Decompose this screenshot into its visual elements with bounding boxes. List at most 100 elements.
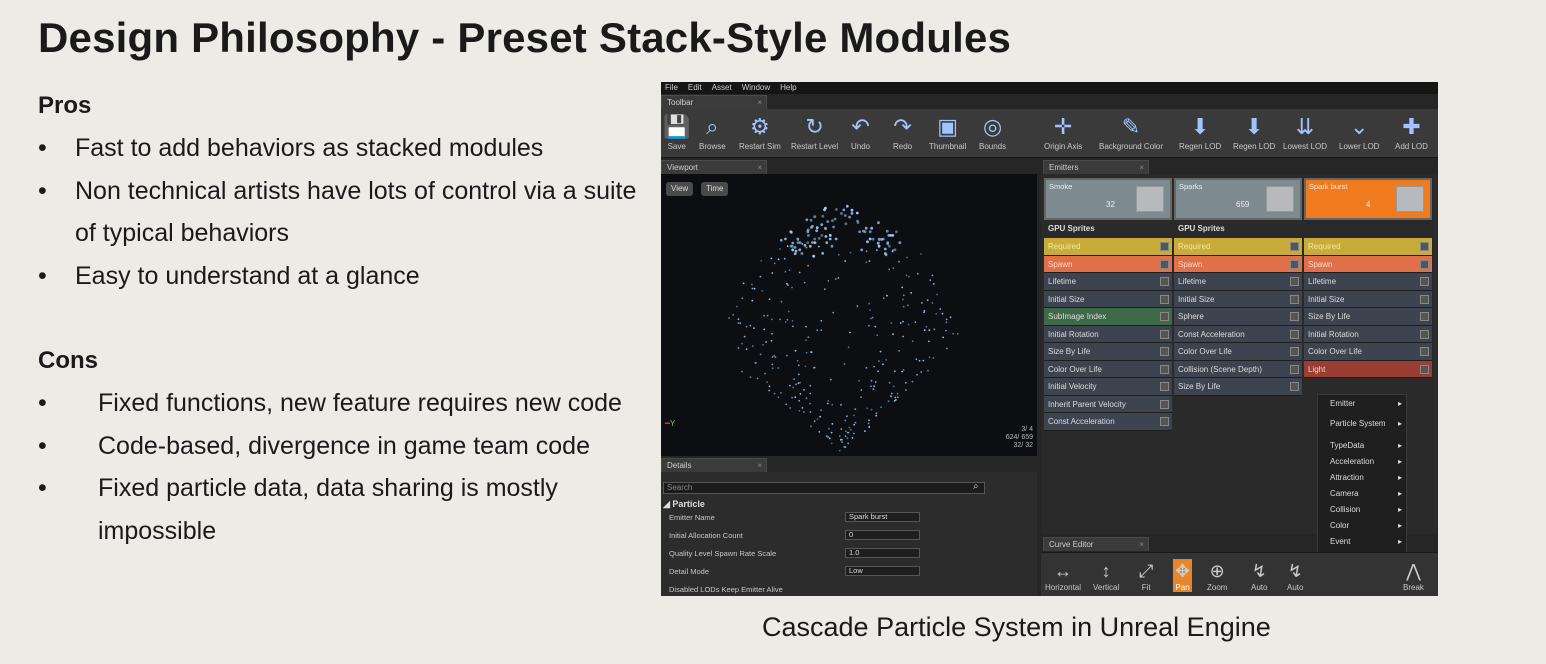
toolbar-button-redo[interactable]: ↷ Redo [893, 112, 912, 151]
details-row-value[interactable]: Low [845, 566, 920, 576]
module-row[interactable]: Lifetime [1174, 273, 1302, 291]
module-enable-checkbox[interactable] [1290, 329, 1299, 339]
menu-file[interactable]: File [665, 82, 678, 94]
module-row[interactable]: Size By Life [1044, 343, 1172, 361]
curve-editor-button-pan[interactable]: ✥ Pan [1173, 559, 1193, 592]
module-row[interactable]: Initial Rotation [1044, 325, 1172, 343]
context-menu-item[interactable]: Acceleration ▸ [1330, 457, 1406, 466]
menu-asset[interactable]: Asset [712, 82, 732, 94]
emitters-tab[interactable]: Emitters × [1043, 160, 1149, 174]
module-enable-checkbox[interactable] [1160, 312, 1169, 321]
toolbar-button-add-lod[interactable]: ✚ Add LOD [1395, 112, 1428, 151]
context-menu-item[interactable]: Color ▸ [1330, 521, 1406, 530]
module-enable-checkbox[interactable] [1290, 382, 1299, 391]
details-row-value[interactable]: 1.0 [845, 548, 920, 558]
module-enable-checkbox[interactable] [1160, 347, 1169, 356]
module-enable-checkbox[interactable] [1160, 382, 1169, 391]
toolbar-tab[interactable]: Toolbar × [661, 95, 767, 109]
module-row[interactable]: Initial Velocity [1044, 378, 1172, 396]
close-icon[interactable]: × [757, 459, 762, 472]
toolbar-button-background-color[interactable]: ✎ Background Color [1099, 112, 1163, 151]
curve-editor-button-zoom[interactable]: ⊕ Zoom [1207, 559, 1227, 592]
toolbar-button-restart-sim[interactable]: ⚙ Restart Sim [739, 112, 781, 151]
module-row[interactable]: Color Over Life [1044, 360, 1172, 378]
module-enable-checkbox[interactable] [1420, 277, 1429, 286]
module-enable-checkbox[interactable] [1160, 417, 1169, 426]
toolbar-button-origin-axis[interactable]: ✛ Origin Axis [1044, 112, 1082, 151]
module-row[interactable]: Initial Rotation [1304, 325, 1432, 343]
module-row[interactable]: Lifetime [1304, 273, 1432, 291]
close-icon[interactable]: × [757, 96, 762, 109]
menu-help[interactable]: Help [780, 82, 796, 94]
viewport-tab[interactable]: Viewport × [661, 160, 767, 174]
details-tab[interactable]: Details × [661, 458, 767, 472]
module-enable-checkbox[interactable] [1420, 364, 1429, 374]
module-row[interactable]: Size By Life [1174, 378, 1302, 396]
module-enable-checkbox[interactable] [1420, 242, 1429, 251]
module-row[interactable]: Required [1174, 238, 1302, 256]
module-enable-checkbox[interactable] [1290, 294, 1299, 304]
context-menu-item[interactable]: Particle System ▸ [1330, 419, 1406, 428]
toolbar-button-lowest-lod[interactable]: ⇊ Lowest LOD [1283, 112, 1327, 151]
context-menu-item[interactable]: Attraction ▸ [1330, 473, 1406, 482]
details-category[interactable]: ◢ Particle [663, 499, 705, 510]
context-menu-item[interactable]: Collision ▸ [1330, 505, 1406, 514]
curve-editor-button-auto[interactable]: ↯ Auto [1287, 559, 1303, 592]
module-row[interactable]: Sphere [1174, 308, 1302, 326]
module-row[interactable]: Initial Size [1044, 290, 1172, 308]
menu-edit[interactable]: Edit [688, 82, 702, 94]
module-enable-checkbox[interactable] [1290, 277, 1299, 286]
context-menu-item[interactable]: Event ▸ [1330, 537, 1406, 546]
emitter-header[interactable]: Sparks 659 [1174, 178, 1302, 220]
module-enable-checkbox[interactable] [1290, 312, 1299, 321]
toolbar-button-restart-level[interactable]: ↻ Restart Level [791, 112, 838, 151]
module-row[interactable]: Initial Size [1304, 290, 1432, 308]
curve-editor-button-vertical[interactable]: ↕ Vertical [1093, 559, 1119, 592]
search-icon[interactable]: ⌕ [973, 481, 979, 492]
module-enable-checkbox[interactable] [1420, 312, 1429, 321]
context-menu-item[interactable]: Emitter ▸ [1330, 399, 1406, 408]
module-row[interactable]: Color Over Life [1304, 343, 1432, 361]
toolbar-button-save[interactable]: 💾 Save [663, 112, 690, 151]
module-enable-checkbox[interactable] [1160, 294, 1169, 304]
details-row-value[interactable]: 0 [845, 530, 920, 540]
module-enable-checkbox[interactable] [1160, 277, 1169, 286]
curve-editor-button-horizontal[interactable]: ↔ Horizontal [1045, 559, 1081, 592]
module-row[interactable]: Size By Life [1304, 308, 1432, 326]
toolbar-button-bounds[interactable]: ◎ Bounds [979, 112, 1006, 151]
details-row-value[interactable]: Spark burst [845, 512, 920, 522]
toolbar-button-lower-lod[interactable]: ⌄ Lower LOD [1339, 112, 1379, 151]
module-enable-checkbox[interactable] [1290, 242, 1299, 251]
toolbar-button-regen-lod[interactable]: ⬇ Regen LOD [1233, 112, 1275, 151]
module-enable-checkbox[interactable] [1420, 294, 1429, 304]
module-enable-checkbox[interactable] [1290, 364, 1299, 374]
module-row[interactable]: Required [1304, 238, 1432, 256]
curve-editor-button-break[interactable]: ⋀ Break [1403, 559, 1424, 592]
module-enable-checkbox[interactable] [1290, 347, 1299, 356]
module-enable-checkbox[interactable] [1420, 259, 1429, 269]
context-menu-item[interactable]: TypeData ▸ [1330, 441, 1406, 450]
toolbar-button-regen-lod[interactable]: ⬇ Regen LOD [1179, 112, 1221, 151]
module-row[interactable]: Light [1304, 360, 1432, 378]
curve-editor-button-auto[interactable]: ↯ Auto [1251, 559, 1267, 592]
menu-window[interactable]: Window [742, 82, 770, 94]
close-icon[interactable]: × [1139, 161, 1144, 174]
details-search-input[interactable]: Search [663, 482, 985, 494]
module-enable-checkbox[interactable] [1160, 329, 1169, 339]
emitter-header[interactable]: Smoke 32 [1044, 178, 1172, 220]
module-row[interactable]: Lifetime [1044, 273, 1172, 291]
emitter-header[interactable]: Spark burst 4 [1304, 178, 1432, 220]
module-row[interactable]: Initial Size [1174, 290, 1302, 308]
module-enable-checkbox[interactable] [1160, 364, 1169, 374]
module-row[interactable]: Spawn [1304, 255, 1432, 273]
close-icon[interactable]: × [1139, 538, 1144, 551]
module-enable-checkbox[interactable] [1420, 347, 1429, 356]
module-enable-checkbox[interactable] [1160, 259, 1169, 269]
viewport[interactable]: View Time ━Y 3/ 4 624/ 659 32/ 32 [661, 174, 1037, 456]
toolbar-button-thumbnail[interactable]: ▣ Thumbnail [929, 112, 966, 151]
module-enable-checkbox[interactable] [1420, 329, 1429, 339]
curve-editor-button-fit[interactable]: ⤢ Fit [1139, 559, 1153, 592]
module-enable-checkbox[interactable] [1290, 259, 1299, 269]
module-row[interactable]: Spawn [1174, 255, 1302, 273]
module-row[interactable]: SubImage Index [1044, 308, 1172, 326]
